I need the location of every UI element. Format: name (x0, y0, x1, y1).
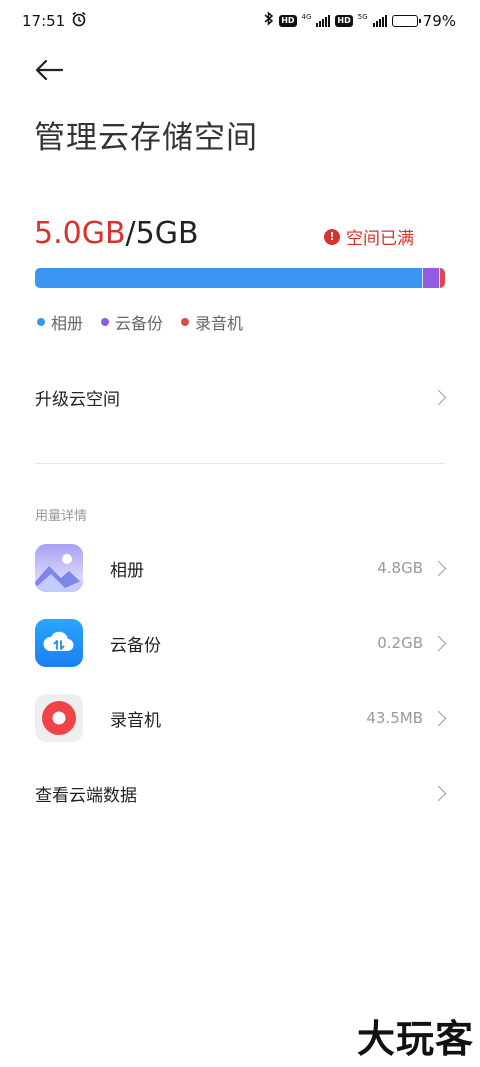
upgrade-storage-label: 升级云空间 (35, 389, 120, 410)
usage-separator: / (125, 216, 136, 251)
status-time: 17:51 (22, 12, 66, 30)
usage-row-size: 4.8GB (377, 559, 423, 577)
usage-row-cloud-backup[interactable]: 云备份 0.2GB (0, 619, 480, 667)
storage-bar-segment (440, 268, 445, 288)
hd-badge: HD (335, 14, 353, 27)
legend-label: 相册 (51, 314, 84, 333)
view-cloud-data-row[interactable]: 查看云端数据 (0, 768, 480, 818)
upgrade-storage-row[interactable]: 升级云空间 (0, 372, 480, 422)
page-title: 管理云存储空间 (34, 120, 258, 156)
chevron-right-icon (430, 635, 447, 651)
back-button[interactable] (34, 56, 64, 84)
usage-row-size: 0.2GB (377, 634, 423, 652)
chevron-right-icon (430, 389, 447, 405)
usage-row-gallery[interactable]: 相册 4.8GB (0, 544, 480, 592)
legend-label: 云备份 (115, 314, 164, 333)
signal-icon (372, 14, 387, 27)
storage-usage: 5.0GB/5GB (34, 216, 199, 251)
section-label-usage-details: 用量详情 (35, 509, 88, 524)
bluetooth-icon (264, 11, 274, 30)
legend-dot (37, 318, 45, 326)
legend-item: 相册 (37, 310, 83, 334)
divider (35, 463, 445, 464)
network-type: 4G (301, 12, 312, 21)
usage-row-name: 录音机 (110, 710, 161, 731)
chevron-right-icon (430, 785, 447, 801)
alarm-icon (71, 11, 87, 31)
storage-bar-segment (35, 268, 423, 288)
battery-icon (391, 14, 421, 27)
warning-icon: ! (324, 228, 340, 245)
legend-dot (181, 318, 190, 326)
hd-badge: HD (279, 14, 297, 27)
battery-percent: 79% (422, 11, 456, 30)
chevron-right-icon (430, 560, 447, 576)
legend-item: 云备份 (101, 310, 163, 334)
chevron-right-icon (430, 710, 447, 726)
network-type: 5G (357, 12, 368, 21)
recorder-icon (35, 694, 83, 742)
arrow-left-icon (35, 59, 64, 81)
signal-icon (316, 14, 331, 27)
legend-dot (101, 318, 110, 326)
usage-row-name: 相册 (110, 560, 144, 581)
legend-item: 录音机 (181, 310, 243, 334)
storage-bar-segment (423, 268, 440, 288)
view-cloud-data-label: 查看云端数据 (35, 785, 137, 806)
usage-row-name: 云备份 (110, 635, 161, 656)
status-bar: 17:51 HD 4G HD 5G 79% (0, 0, 480, 42)
usage-row-size: 43.5MB (366, 709, 423, 727)
usage-row-recorder[interactable]: 录音机 43.5MB (0, 694, 480, 742)
gallery-icon (35, 544, 83, 592)
storage-legend: 相册 云备份 录音机 (37, 310, 243, 334)
storage-status: 空间已满 (346, 229, 414, 249)
used-storage: 5.0GB (34, 216, 126, 251)
legend-label: 录音机 (195, 314, 244, 333)
storage-bar (35, 268, 445, 288)
storage-full-badge: ! 空间已满 (324, 224, 414, 249)
total-storage: 5GB (135, 216, 199, 251)
watermark: 大玩客 (356, 1017, 474, 1061)
cloud-backup-icon (35, 619, 83, 667)
